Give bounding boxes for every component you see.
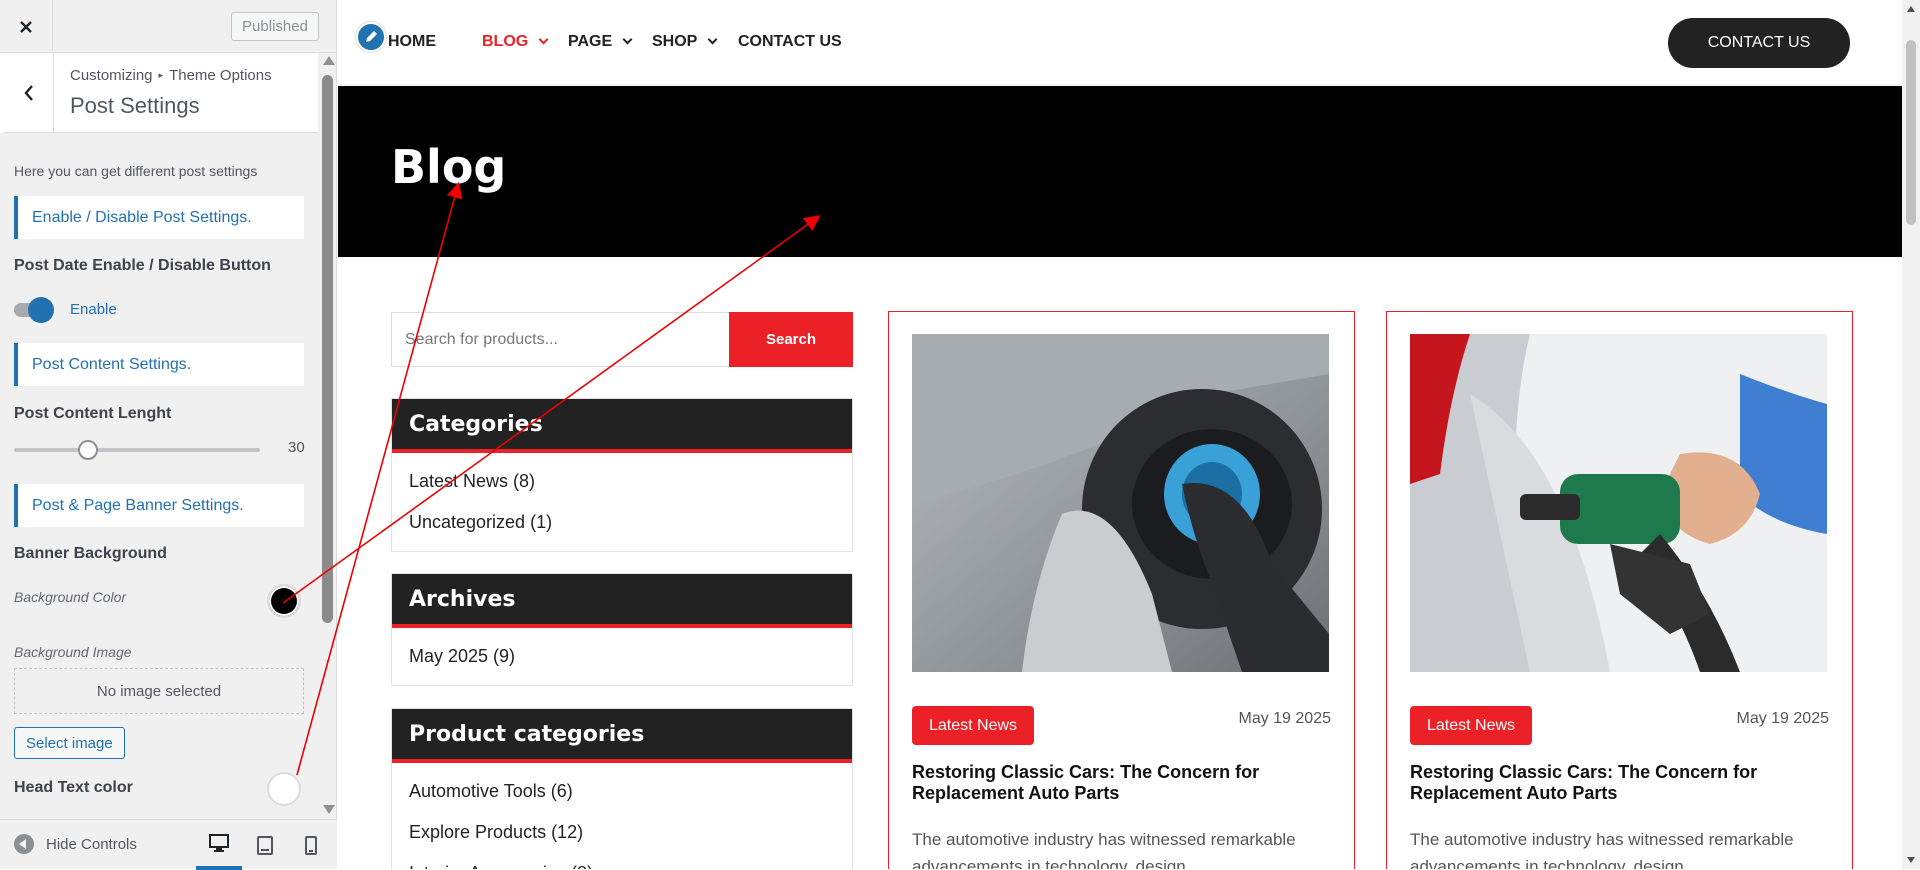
- product-category-link[interactable]: Interior Accessories (8): [409, 853, 835, 869]
- post-category-badge[interactable]: Latest News: [912, 706, 1035, 745]
- scrollbar-thumb[interactable]: [322, 75, 333, 623]
- hide-controls-button[interactable]: Hide Controls: [14, 834, 137, 854]
- scroll-down-icon[interactable]: [1907, 857, 1915, 863]
- post-date: May 19 2025: [1736, 710, 1829, 727]
- archives-widget: Archives May 2025 (9): [391, 573, 853, 686]
- post-card: Latest News May 19 2025 Restoring Classi…: [1386, 311, 1853, 869]
- post-card: Latest News May 19 2025 Restoring Classi…: [888, 311, 1355, 869]
- scroll-up-icon[interactable]: [323, 56, 335, 65]
- categories-widget: Categories Latest News (8) Uncategorized…: [391, 398, 853, 552]
- nav-page-label: PAGE: [568, 33, 613, 50]
- search-button[interactable]: Search: [729, 312, 853, 367]
- post-excerpt: The automotive industry has witnessed re…: [912, 830, 1296, 869]
- breadcrumb-root: Customizing: [70, 67, 153, 84]
- scroll-down-icon[interactable]: [323, 805, 335, 814]
- section-title: Post Settings: [70, 93, 200, 118]
- desktop-icon: [209, 834, 229, 852]
- desktop-preview-button[interactable]: [196, 820, 242, 870]
- slider-track[interactable]: [14, 440, 260, 460]
- post-image-fuel-pump[interactable]: [1410, 334, 1827, 672]
- contact-us-button[interactable]: CONTACT US: [1668, 18, 1850, 68]
- content-length-slider[interactable]: [14, 440, 260, 460]
- edit-shortcut-icon[interactable]: [356, 22, 386, 52]
- mobile-preview-button[interactable]: [288, 820, 334, 870]
- customizer-panel: Published Customizing ▸ Theme Options Post…: [0, 0, 337, 870]
- category-link[interactable]: Latest News (8): [409, 461, 835, 502]
- post-date-toggle[interactable]: Enable: [14, 296, 117, 323]
- heading-content: Post Content Settings.: [14, 343, 304, 386]
- product-categories-widget: Product categories Automotive Tools (6) …: [391, 708, 853, 869]
- close-icon[interactable]: [0, 0, 53, 53]
- breadcrumb-separator-icon: ▸: [158, 70, 164, 80]
- content-length-value: 30: [288, 439, 305, 456]
- nav-blog-label: BLOG: [482, 33, 529, 50]
- chevron-down-icon: [707, 34, 718, 44]
- breadcrumb: Customizing ▸ Theme Options: [70, 67, 272, 84]
- widget-title: Product categories: [392, 709, 852, 763]
- nav-shop[interactable]: SHOP: [652, 33, 718, 51]
- head-text-color-label: Head Text color: [14, 779, 133, 796]
- slider-knob[interactable]: [77, 440, 98, 460]
- nav-contact[interactable]: CONTACT US: [738, 33, 842, 51]
- post-title[interactable]: Restoring Classic Cars: The Concern for …: [1410, 762, 1830, 804]
- post-title[interactable]: Restoring Classic Cars: The Concern for …: [912, 762, 1332, 804]
- heading-enable-disable: Enable / Disable Post Settings.: [14, 196, 304, 239]
- content-length-label: Post Content Lenght: [14, 405, 172, 422]
- post-image-ev-charging[interactable]: [912, 334, 1329, 672]
- post-date: May 19 2025: [1238, 710, 1331, 727]
- banner-title: Blog: [391, 140, 507, 194]
- collapse-icon: [14, 834, 34, 854]
- site-navigation: HOME BLOG PAGE SHOP CONTACT US CONTACT U…: [338, 0, 1902, 85]
- customizer-header: Published: [0, 0, 336, 53]
- toggle-knob[interactable]: [28, 296, 54, 323]
- toggle-track[interactable]: [14, 296, 54, 323]
- background-color-label: Background Color: [14, 589, 127, 605]
- product-category-link[interactable]: Automotive Tools (6): [409, 771, 835, 812]
- widget-title: Archives: [392, 574, 852, 628]
- category-link[interactable]: Uncategorized (1): [409, 502, 835, 543]
- customizer-footer: Hide Controls: [0, 819, 337, 870]
- back-button[interactable]: [0, 53, 54, 133]
- site-preview: HOME BLOG PAGE SHOP CONTACT US CONTACT U…: [338, 0, 1902, 869]
- background-image-label: Background Image: [14, 644, 132, 660]
- hide-controls-label: Hide Controls: [46, 835, 137, 853]
- search-input[interactable]: [392, 313, 732, 366]
- banner-background-label: Banner Background: [14, 545, 167, 562]
- nav-shop-label: SHOP: [652, 33, 698, 50]
- section-header: Customizing ▸ Theme Options Post Settings: [0, 53, 318, 133]
- page-banner: Blog: [338, 86, 1902, 257]
- background-image-placeholder[interactable]: No image selected: [14, 668, 304, 714]
- nav-page[interactable]: PAGE: [568, 33, 633, 51]
- chevron-down-icon: [622, 34, 633, 44]
- head-text-color-swatch[interactable]: [267, 772, 301, 806]
- tablet-preview-button[interactable]: [242, 820, 288, 870]
- nav-contact-label: CONTACT US: [738, 33, 842, 50]
- post-category-badge[interactable]: Latest News: [1410, 706, 1533, 745]
- product-category-link[interactable]: Explore Products (12): [409, 812, 835, 853]
- widget-title: Categories: [392, 399, 852, 453]
- nav-blog[interactable]: BLOG: [482, 33, 549, 51]
- chevron-left-icon: [23, 85, 33, 101]
- post-excerpt: The automotive industry has witnessed re…: [1410, 830, 1794, 869]
- background-color-swatch[interactable]: [267, 584, 301, 618]
- select-image-button[interactable]: Select image: [14, 727, 125, 759]
- breadcrumb-parent: Theme Options: [169, 67, 272, 84]
- archive-link[interactable]: May 2025 (9): [409, 636, 835, 677]
- nav-home[interactable]: HOME: [388, 33, 436, 51]
- heading-banner: Post & Page Banner Settings.: [14, 484, 304, 527]
- post-date-label: Post Date Enable / Disable Button: [14, 257, 271, 274]
- preview-scrollbar[interactable]: [1902, 0, 1920, 869]
- nav-home-label: HOME: [388, 33, 436, 50]
- tablet-icon: [257, 835, 273, 855]
- customizer-scrollbar[interactable]: [321, 56, 335, 814]
- mobile-icon: [305, 835, 317, 855]
- chevron-down-icon: [538, 34, 549, 44]
- section-description: Here you can get different post settings: [14, 163, 258, 179]
- scrollbar-thumb[interactable]: [1906, 40, 1916, 225]
- published-button[interactable]: Published: [231, 12, 319, 41]
- scroll-up-icon[interactable]: [1907, 6, 1915, 12]
- toggle-label: Enable: [70, 301, 117, 318]
- product-search: Search: [391, 312, 853, 367]
